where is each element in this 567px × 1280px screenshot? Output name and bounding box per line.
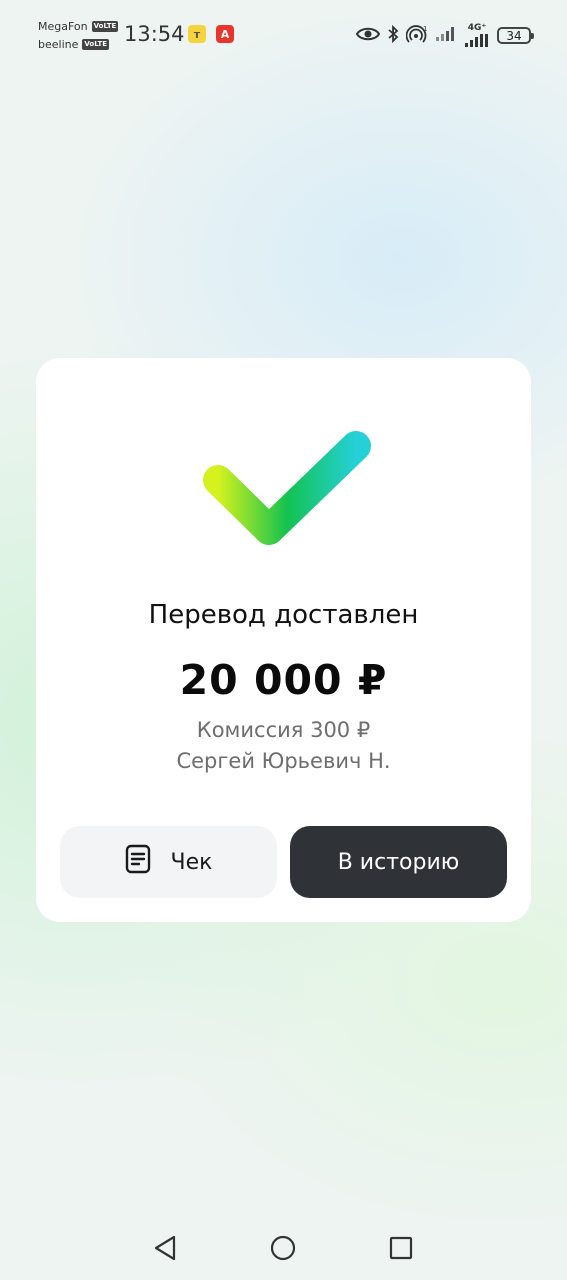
battery-icon: 34 bbox=[497, 27, 534, 44]
history-button-label: В историю bbox=[337, 849, 460, 875]
carrier-2-name: beeline bbox=[38, 38, 79, 51]
recents-icon[interactable] bbox=[386, 1233, 416, 1263]
back-icon[interactable] bbox=[150, 1233, 180, 1263]
svg-text:1: 1 bbox=[423, 25, 427, 33]
status-icons: 1 4G⁺ 34 bbox=[355, 24, 534, 47]
commission-text: Комиссия 300 ₽ bbox=[196, 718, 371, 742]
volte-badge: VoLTE bbox=[91, 21, 119, 32]
alfa-app-icon: А bbox=[216, 25, 234, 43]
navigation-bar bbox=[0, 1215, 567, 1280]
receipt-icon bbox=[125, 844, 151, 880]
carrier-1-name: MegaFon bbox=[38, 20, 88, 33]
status-bar: MegaFon VoLTE beeline VoLTE 13:54 т А 1 bbox=[0, 0, 567, 70]
carrier-1: MegaFon VoLTE bbox=[38, 20, 119, 33]
home-icon[interactable] bbox=[268, 1233, 298, 1263]
clock: 13:54 bbox=[124, 22, 185, 46]
receipt-button[interactable]: Чек bbox=[60, 826, 277, 898]
volte-badge: VoLTE bbox=[82, 39, 110, 50]
signal-4g-icon: 4G⁺ bbox=[464, 24, 490, 47]
hotspot-icon: 1 bbox=[405, 25, 428, 47]
signal-icon bbox=[435, 26, 457, 46]
history-button[interactable]: В историю bbox=[290, 826, 507, 898]
bluetooth-icon bbox=[387, 24, 399, 47]
receipt-button-label: Чек bbox=[170, 849, 213, 875]
eye-icon bbox=[355, 26, 381, 46]
status-title: Перевод доставлен bbox=[148, 600, 419, 630]
recipient-name: Сергей Юрьевич Н. bbox=[176, 749, 391, 773]
tinkoff-app-icon: т bbox=[188, 25, 206, 43]
transfer-amount: 20 000 ₽ bbox=[179, 656, 388, 704]
network-type: 4G⁺ bbox=[467, 23, 487, 33]
battery-level: 34 bbox=[506, 28, 522, 43]
carrier-2: beeline VoLTE bbox=[38, 38, 110, 51]
success-check-icon bbox=[190, 418, 390, 568]
